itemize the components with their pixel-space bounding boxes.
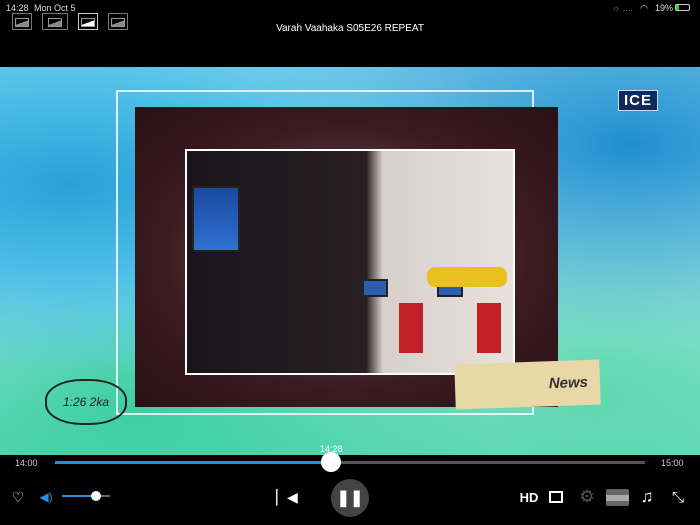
seek-thumb[interactable]: [320, 452, 341, 472]
settings-gear-icon[interactable]: ⚙: [578, 487, 596, 507]
scene-display: [192, 186, 240, 252]
status-time: 14:28: [6, 3, 29, 13]
hd-button[interactable]: HD: [518, 487, 540, 507]
video-title: Varah Vaahaka S05E26 REPEAT: [276, 23, 424, 34]
pause-icon: ❚❚: [336, 490, 364, 507]
seek-progress: [55, 461, 331, 464]
wifi-icon: ◠: [640, 3, 648, 13]
pause-button[interactable]: ❚❚: [331, 479, 369, 517]
channel-logo: ICE: [617, 90, 658, 111]
volume-icon[interactable]: ◀): [38, 487, 54, 507]
news-text: News: [548, 373, 589, 393]
audio-track-icon[interactable]: ♫: [638, 487, 656, 507]
speech-bubble: 1:26 2ka: [45, 379, 127, 425]
video-player[interactable]: ICE News 1:26 2ka: [0, 67, 700, 455]
video-scene: [185, 149, 515, 375]
subtitles-icon[interactable]: [605, 487, 629, 507]
scene-kiosk: [399, 303, 423, 353]
volume-slider[interactable]: [62, 491, 110, 501]
exit-fullscreen-icon[interactable]: ⤡: [668, 487, 688, 507]
status-date: Mon Oct 5: [34, 3, 76, 13]
cast-screen-icon[interactable]: [547, 487, 565, 507]
battery-icon: [675, 4, 690, 11]
battery-percent: 19%: [655, 3, 674, 13]
start-time: 14:00: [15, 458, 38, 468]
end-time: 15:00: [661, 458, 684, 468]
favorite-heart-icon[interactable]: ♡: [10, 487, 26, 507]
previous-icon[interactable]: ▏◀: [276, 487, 298, 507]
scene-kiosk: [477, 303, 501, 353]
loading-icon: ☼ ....: [612, 3, 633, 13]
scene-taxi: [427, 267, 507, 287]
volume-thumb[interactable]: [90, 491, 101, 501]
scene-screen: [362, 279, 388, 297]
seek-bar[interactable]: [55, 452, 645, 472]
news-label: News: [454, 359, 601, 410]
